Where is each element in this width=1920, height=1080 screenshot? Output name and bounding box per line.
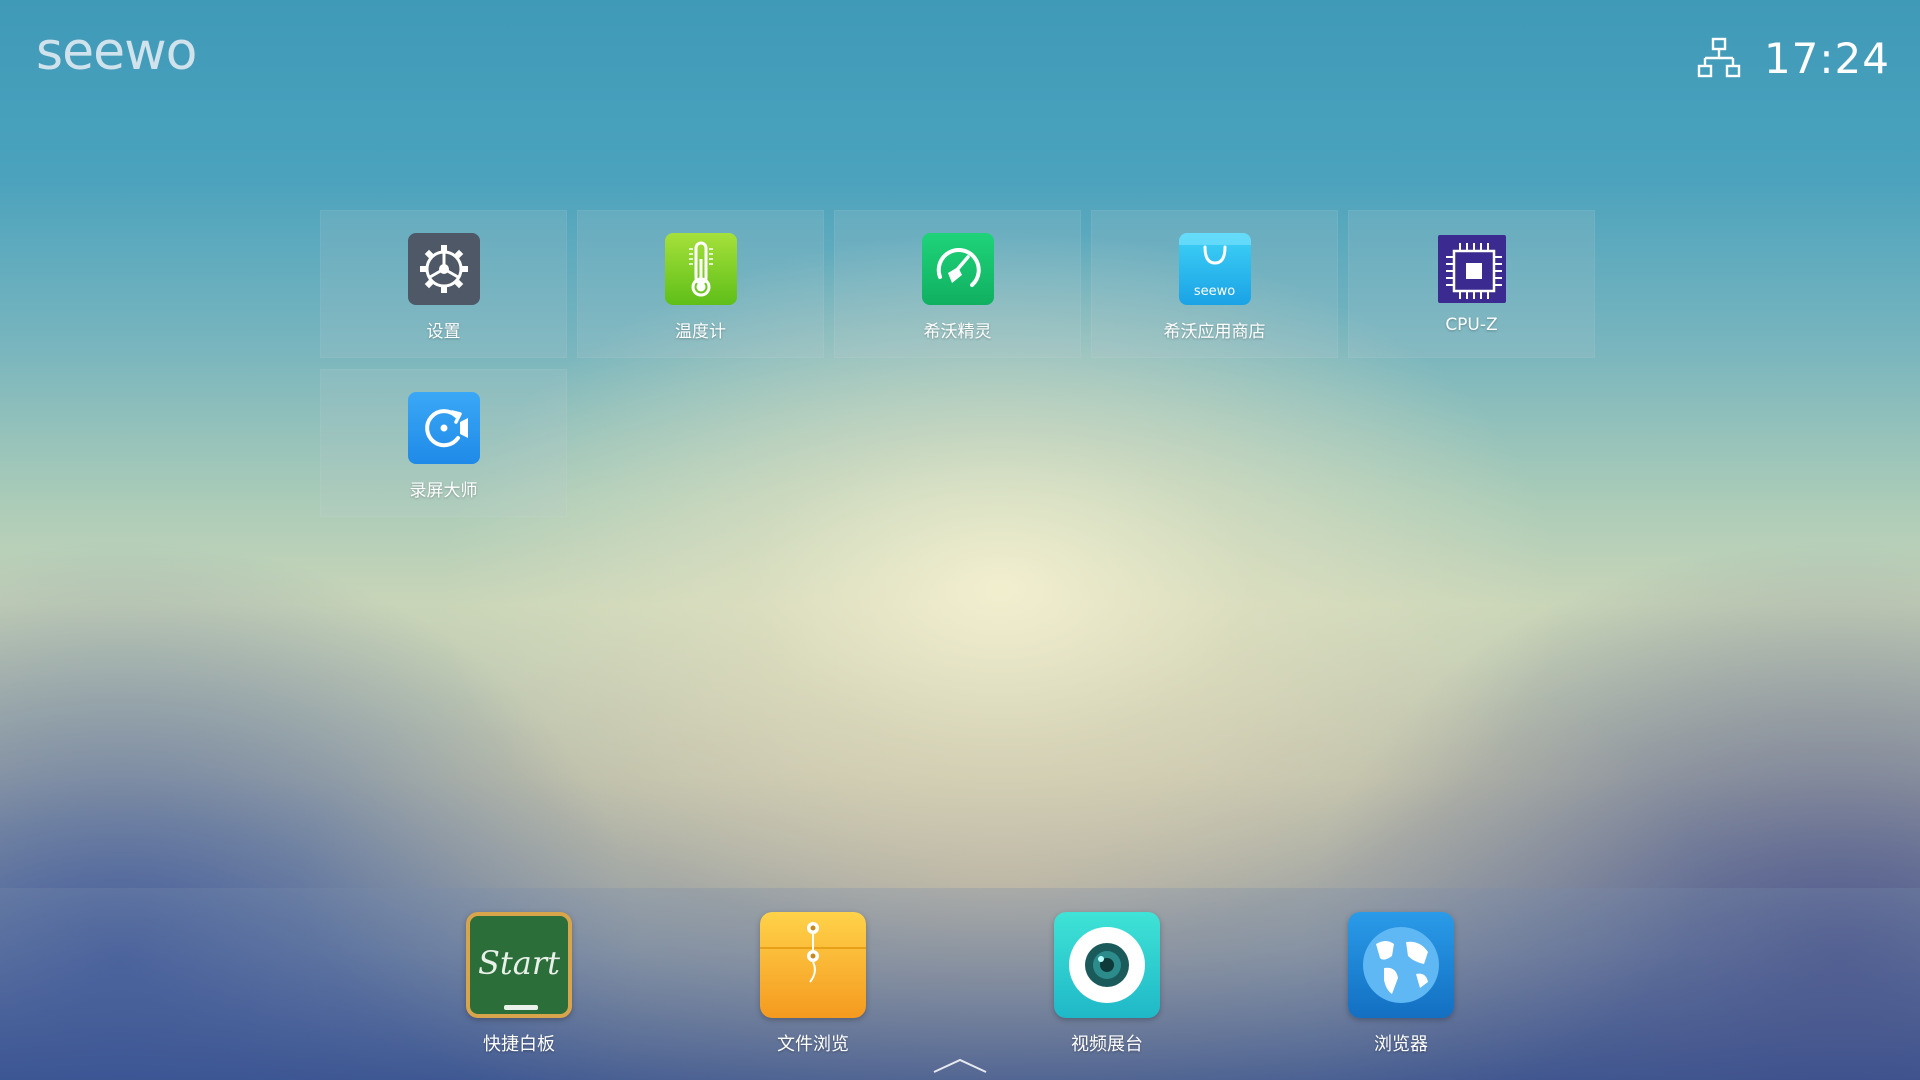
app-tile-cpuz[interactable]: CPU-Z [1348, 210, 1595, 358]
dock-item-file-browser[interactable]: 文件浏览 [759, 912, 867, 1056]
app-label: 设置 [426, 322, 461, 342]
seewo-logo: seewo [36, 22, 197, 82]
screen-record-icon [407, 392, 480, 464]
status-bar: 17:24 [1696, 30, 1890, 86]
app-label: 希沃精灵 [923, 322, 992, 342]
store-logo-text: seewo [1193, 284, 1236, 299]
cpu-chip-icon [1437, 235, 1506, 303]
dock: Start 快捷白板 文件浏览 视频展台 浏览器 [0, 888, 1920, 1080]
dock-label: 浏览器 [1374, 1034, 1428, 1055]
settings-gear-icon [407, 233, 480, 305]
app-label: 录屏大师 [409, 481, 478, 501]
app-tile-settings[interactable]: 设置 [320, 210, 567, 358]
app-tile-thermometer[interactable]: 温度计 [577, 210, 824, 358]
app-label: 希沃应用商店 [1163, 322, 1266, 342]
app-grid: 设置 温度计 希沃精灵 seewo 希沃应用商店 CPU-Z 录屏大师 [320, 210, 1600, 530]
app-label: CPU-Z [1445, 315, 1498, 335]
app-tile-seewo-assistant[interactable]: 希沃精灵 [834, 210, 1081, 358]
folder-envelope-icon [760, 912, 866, 1018]
dock-item-video-booth[interactable]: 视频展台 [1053, 912, 1161, 1056]
clock: 17:24 [1763, 33, 1890, 83]
dock-label: 快捷白板 [483, 1034, 555, 1055]
dock-label: 文件浏览 [777, 1034, 849, 1055]
app-label: 温度计 [675, 322, 726, 342]
broom-cleaner-icon [921, 233, 994, 305]
chalkboard-text: Start [477, 944, 560, 982]
globe-icon [1348, 912, 1454, 1018]
chevron-up-icon[interactable] [930, 1054, 990, 1076]
chalkboard-icon: Start [466, 912, 572, 1018]
app-tile-screen-recorder[interactable]: 录屏大师 [320, 369, 567, 517]
shopping-bag-icon: seewo [1178, 233, 1251, 305]
dock-label: 视频展台 [1071, 1034, 1143, 1055]
dock-item-whiteboard[interactable]: Start 快捷白板 [465, 912, 573, 1056]
camera-lens-icon [1054, 912, 1160, 1018]
thermometer-icon [664, 233, 737, 305]
network-icon[interactable] [1696, 36, 1742, 80]
dock-item-browser[interactable]: 浏览器 [1347, 912, 1455, 1056]
app-tile-seewo-store[interactable]: seewo 希沃应用商店 [1091, 210, 1338, 358]
